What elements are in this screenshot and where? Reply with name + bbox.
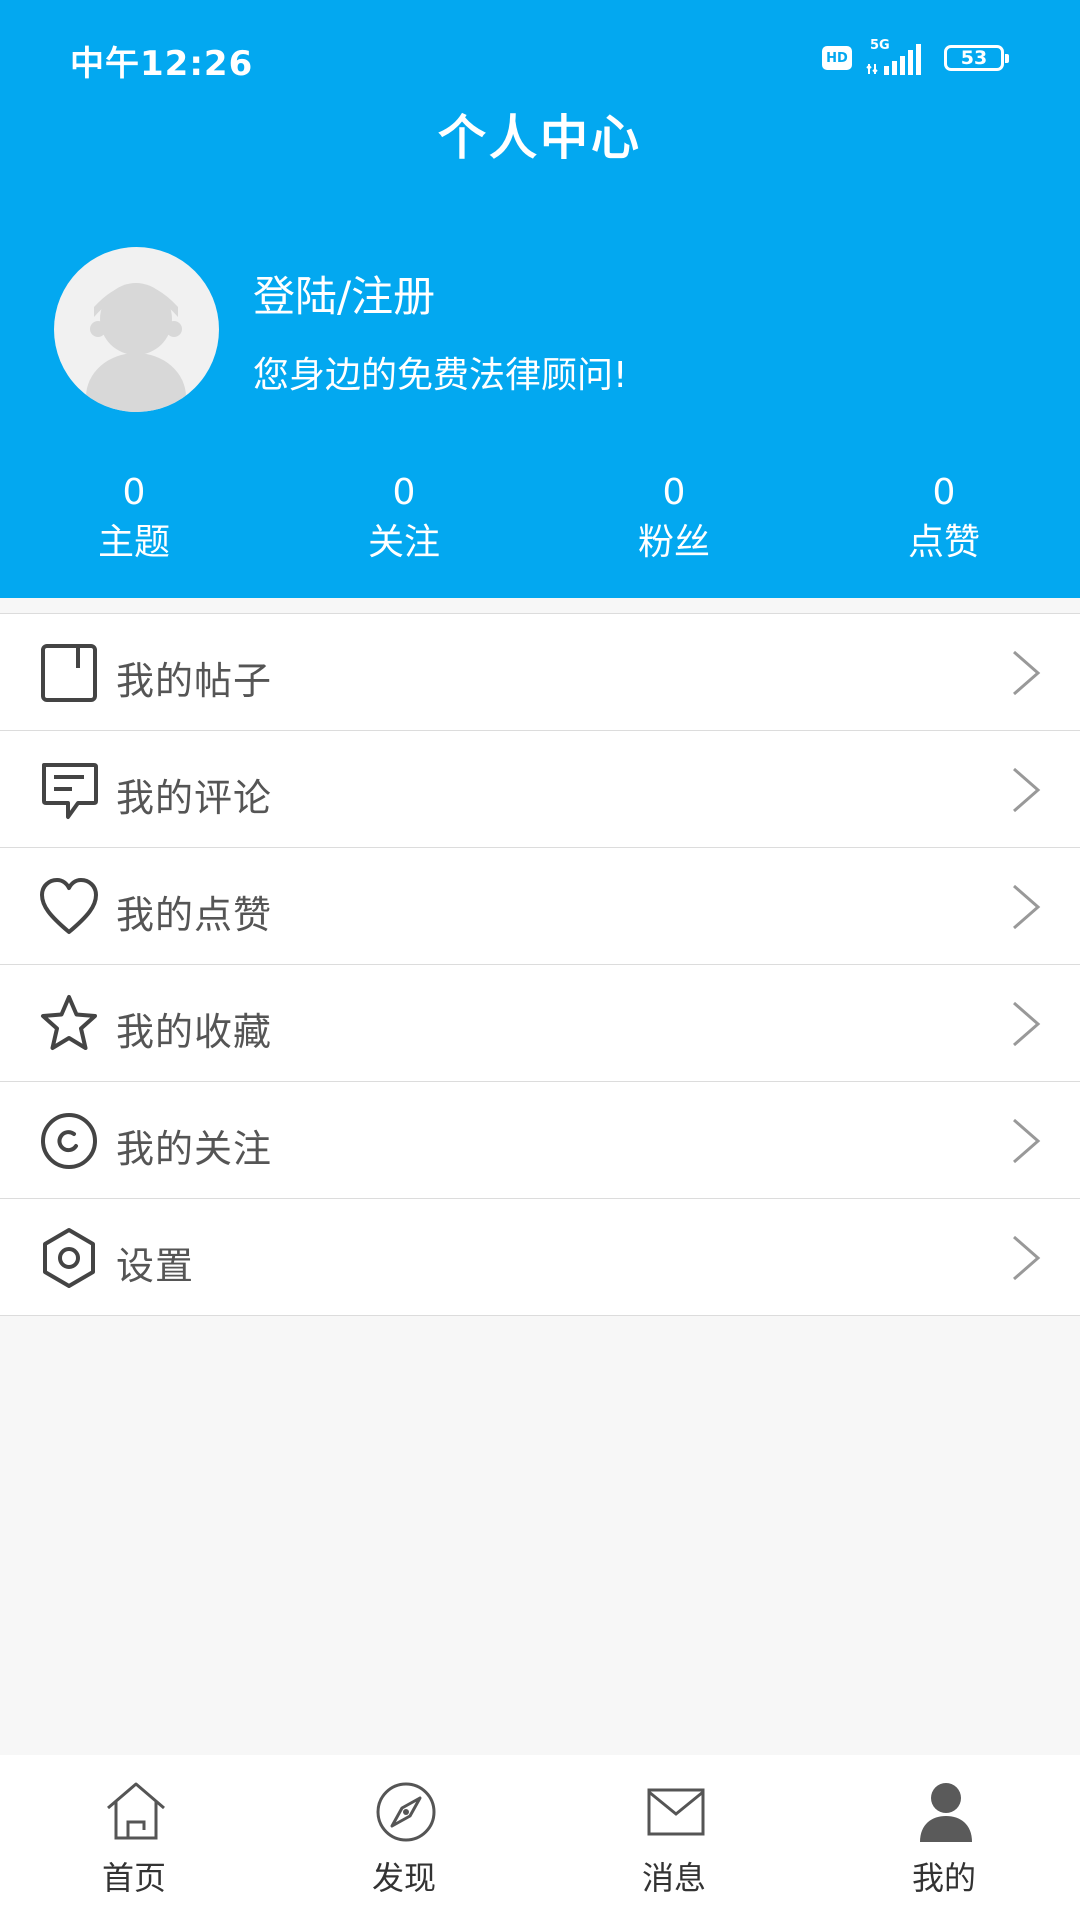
stat-value: 0 (392, 472, 416, 513)
chevron-right-icon (1013, 1001, 1041, 1047)
stat-value: 0 (122, 472, 146, 513)
mail-icon (647, 1788, 705, 1836)
page-title: 个人中心 (437, 110, 642, 166)
stat-likes[interactable]: 0 点赞 (844, 470, 1044, 566)
heart-icon (40, 878, 98, 934)
chevron-right-icon (1013, 1118, 1041, 1164)
battery-icon: 53 (944, 45, 1009, 71)
status-bar: 中午12:26 HD 5G 53 (0, 0, 1080, 110)
bottom-tab-bar: 首页 发现 消息 我的 (0, 1755, 1080, 1920)
stat-topics[interactable]: 0 主题 (34, 470, 234, 566)
home-icon (107, 1782, 165, 1840)
network-type: 5G (870, 38, 890, 53)
tab-messages[interactable]: 消息 (574, 1755, 774, 1920)
document-icon (41, 644, 97, 702)
tab-label: 发现 (371, 1859, 436, 1897)
menu-item-settings[interactable]: 设置 (0, 1199, 1080, 1316)
comment-icon (42, 763, 98, 819)
stat-label: 主题 (97, 522, 170, 563)
menu-label: 我的收藏 (116, 1010, 273, 1054)
tab-mine[interactable]: 我的 (844, 1755, 1044, 1920)
menu-list: 我的帖子 我的评论 我的点赞 我的收藏 我的关注 设置 (0, 613, 1080, 1316)
login-register-link[interactable]: 登陆/注册 (253, 263, 435, 324)
profile-header: 中午12:26 HD 5G 53 个人中心 登陆/注册 您身边的免费法律顾问! … (0, 0, 1080, 598)
menu-item-my-following[interactable]: 我的关注 (0, 1082, 1080, 1199)
status-time: 中午12:26 (70, 44, 254, 84)
menu-item-my-favorites[interactable]: 我的收藏 (0, 965, 1080, 1082)
tab-label: 消息 (641, 1859, 706, 1897)
hd-icon: HD (822, 46, 852, 70)
compass-icon (376, 1782, 436, 1842)
menu-item-my-comments[interactable]: 我的评论 (0, 731, 1080, 848)
battery-level: 53 (960, 47, 988, 69)
star-icon (41, 995, 97, 1050)
settings-icon (43, 1228, 95, 1288)
stat-label: 关注 (367, 522, 440, 563)
status-icons: HD 5G 53 (822, 38, 1009, 76)
chevron-right-icon (1013, 884, 1041, 930)
follow-icon (41, 1113, 97, 1169)
stat-fans[interactable]: 0 粉丝 (574, 470, 774, 566)
menu-label: 我的评论 (116, 776, 273, 820)
stat-value: 0 (932, 472, 956, 513)
menu-label: 我的帖子 (116, 659, 273, 703)
chevron-right-icon (1013, 1235, 1041, 1281)
chevron-right-icon (1013, 767, 1041, 813)
avatar[interactable] (54, 247, 219, 412)
avatar-placeholder-icon (86, 283, 186, 412)
tagline: 您身边的免费法律顾问! (253, 355, 628, 396)
tab-label: 首页 (101, 1859, 166, 1897)
stat-label: 点赞 (907, 522, 980, 563)
menu-label: 设置 (116, 1244, 195, 1288)
menu-label: 我的关注 (116, 1127, 273, 1171)
tab-discover[interactable]: 发现 (304, 1755, 504, 1920)
tab-home[interactable]: 首页 (34, 1755, 234, 1920)
stat-value: 0 (662, 472, 686, 513)
chevron-right-icon (1013, 650, 1041, 696)
tab-label: 我的 (911, 1859, 976, 1897)
menu-item-my-likes[interactable]: 我的点赞 (0, 848, 1080, 965)
stat-following[interactable]: 0 关注 (304, 470, 504, 566)
signal-icon: 5G (866, 38, 930, 76)
menu-item-my-posts[interactable]: 我的帖子 (0, 614, 1080, 731)
stat-label: 粉丝 (637, 522, 710, 563)
user-icon (920, 1783, 972, 1842)
stats-row: 0 主题 0 关注 0 粉丝 0 点赞 (0, 470, 1080, 580)
menu-label: 我的点赞 (116, 893, 273, 937)
